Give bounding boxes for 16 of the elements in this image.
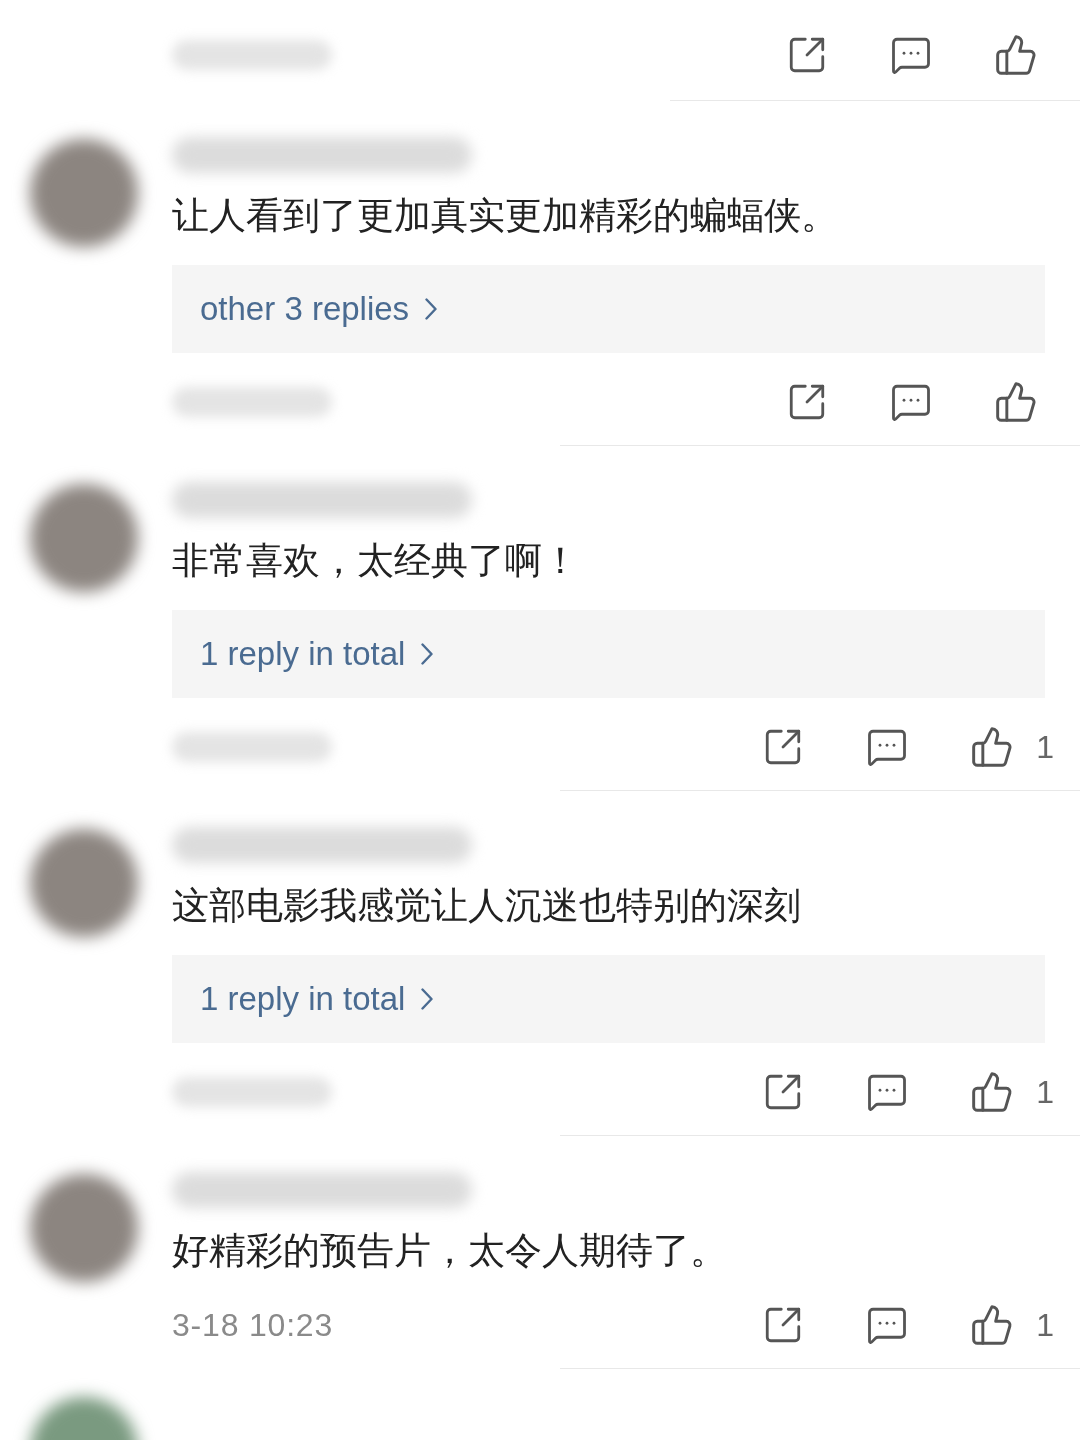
chevron-icon	[421, 643, 434, 665]
comment-text: 这部电影我感觉让人沉迷也特别的深刻	[172, 883, 802, 929]
chevron-icon	[421, 988, 434, 1010]
comment-text: 好精彩的预告片，太令人期待了。	[172, 1228, 728, 1274]
like-count: 1	[1036, 1306, 1054, 1345]
like-icon[interactable]	[994, 33, 1038, 77]
like-count: 1	[1036, 728, 1054, 767]
comment-text: 让人看到了更加真实更加精彩的蝙蝠侠。	[172, 193, 839, 239]
comment-date: 3-18 10:23	[172, 1306, 333, 1345]
chevron-icon	[425, 298, 438, 320]
replies-link[interactable]: 1 reply in total	[172, 610, 1045, 698]
replies-link[interactable]: 1 reply in total	[172, 955, 1045, 1043]
like-count: 1	[1036, 1073, 1054, 1112]
replies-link[interactable]: other 3 replies	[172, 265, 1045, 353]
like-icon[interactable]	[994, 380, 1038, 424]
comment-text: 非常喜欢，太经典了啊！	[172, 538, 580, 584]
